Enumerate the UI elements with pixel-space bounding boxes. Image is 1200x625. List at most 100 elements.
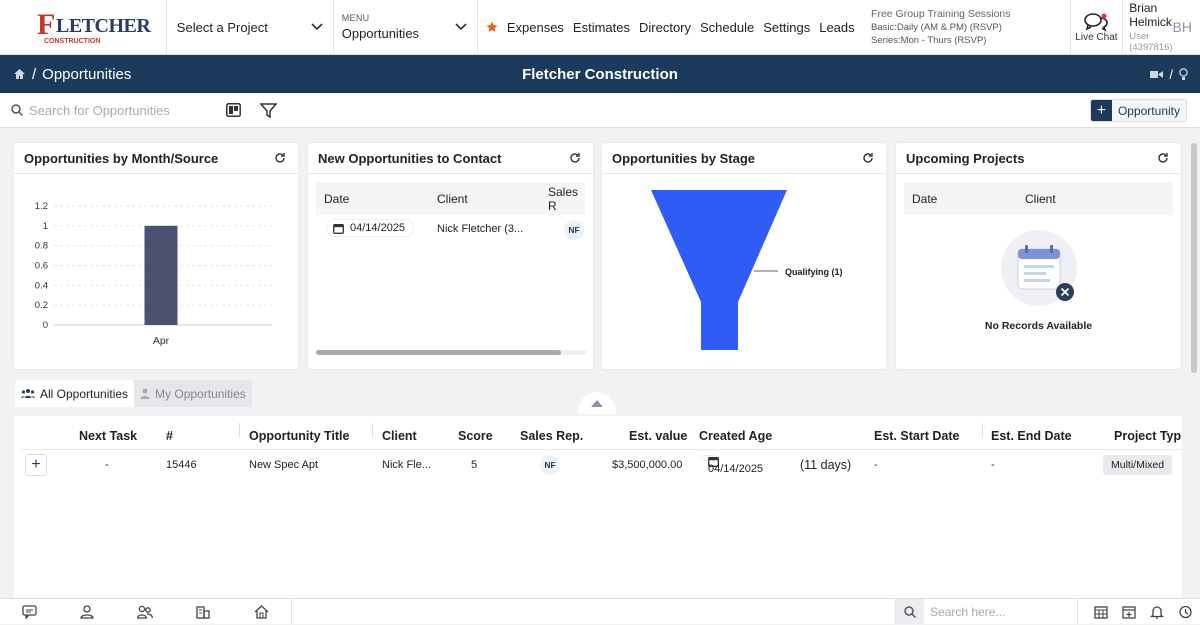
bottom-nav-messages[interactable] [0, 599, 58, 625]
breadcrumb-sep: / [32, 65, 37, 83]
col-created-age[interactable]: Created Age [699, 423, 772, 450]
table-row[interactable]: 04/14/2025 Nick Fletcher (3... NF [316, 215, 585, 245]
refresh-icon[interactable] [569, 152, 581, 164]
global-search-input[interactable]: Search here... [895, 599, 1078, 624]
avatar: BH [1172, 19, 1192, 35]
person-icon [140, 388, 150, 399]
col-est-start-date[interactable]: Est. Start Date [874, 423, 959, 450]
titlebar-sep: / [1169, 67, 1173, 82]
logo-sub: CONSTRUCTION [44, 37, 101, 45]
month-source-card: Opportunities by Month/Source 1.2 1 0.8 0.6… [14, 143, 298, 369]
card-title: Opportunities by Stage [612, 150, 756, 166]
top-header: F LETCHER CONSTRUCTION Select a Project … [0, 0, 1200, 55]
nav-directory[interactable]: Directory [639, 20, 691, 35]
nav-settings[interactable]: Settings [763, 20, 810, 35]
row-title[interactable]: New Spec Apt [249, 452, 318, 478]
bottom-nav-buildings[interactable] [174, 599, 232, 625]
card-title: Opportunities by Month/Source [24, 150, 219, 166]
col-number[interactable]: # [166, 423, 173, 450]
bar-apr[interactable] [144, 225, 178, 325]
tab-all-opportunities[interactable]: All Opportunities [15, 380, 135, 407]
collapse-charts-button[interactable] [578, 392, 616, 414]
bottom-nav-contact[interactable] [58, 599, 116, 625]
bottom-nav-home[interactable] [232, 599, 290, 625]
kanban-view-icon[interactable] [226, 103, 241, 117]
tab-label: All Opportunities [40, 386, 129, 401]
horizontal-scrollbar[interactable] [316, 350, 586, 355]
calendar-add-icon[interactable] [1122, 605, 1136, 619]
user-menu[interactable]: Brian Helmick User (4397816) BH [1123, 1, 1200, 53]
nav-links: Expenses Estimates Directory Schedule Se… [478, 20, 871, 35]
refresh-icon[interactable] [1157, 152, 1169, 164]
nav-schedule[interactable]: Schedule [700, 20, 754, 35]
company-logo[interactable]: F LETCHER CONSTRUCTION [0, 0, 167, 55]
project-select-label: Select a Project [176, 19, 268, 35]
upcoming-card: Upcoming Projects Date Client No Records… [896, 143, 1181, 369]
live-chat-label: Live Chat [1075, 31, 1118, 43]
col-score[interactable]: Score [458, 423, 493, 450]
stage-card: Opportunities by Stage Qualifying (1) [602, 143, 886, 369]
nav-estimates[interactable]: Estimates [573, 20, 630, 35]
card-title: Upcoming Projects [906, 150, 1025, 166]
tab-my-opportunities[interactable]: My Opportunities [134, 380, 252, 407]
col-est-value[interactable]: Est. value [629, 423, 687, 450]
search-icon [11, 104, 23, 116]
project-select[interactable]: Select a Project [167, 0, 334, 55]
x-tick-label: Apr [153, 335, 170, 347]
filter-icon[interactable] [260, 102, 277, 118]
scrollbar-thumb[interactable] [316, 350, 561, 355]
funnel-stage-label: Qualifying (1) [785, 267, 843, 277]
expand-row-button[interactable]: + [25, 454, 47, 476]
column-divider [239, 423, 240, 437]
title-bar: / Opportunities Fletcher Construction / [0, 55, 1200, 93]
bottom-nav-team[interactable] [116, 599, 174, 625]
search-icon [896, 599, 924, 624]
add-opportunity-button[interactable]: + Opportunity [1089, 99, 1187, 122]
month-source-chart: 1.2 1 0.8 0.6 0.4 0.2 0 Apr [35, 201, 272, 347]
toolbar: Search for Opportunities + Opportunity [0, 93, 1200, 128]
y-tick-label: 0.4 [35, 280, 48, 291]
col-date: Date [324, 191, 350, 206]
bottom-bar: Search here... [0, 598, 1200, 624]
user-name: Brian Helmick [1129, 1, 1172, 29]
col-client[interactable]: Client [382, 423, 417, 450]
table-header: Next Task # Opportunity Title Client Sco… [21, 423, 1182, 450]
live-chat-button[interactable]: Live Chat [1069, 0, 1124, 55]
col-est-end-date[interactable]: Est. End Date [991, 423, 1072, 450]
calendar-grid-icon[interactable] [1094, 605, 1108, 619]
sales-rep-badge: NF [564, 220, 584, 240]
row-client: Nick Fletcher (3... [437, 223, 524, 235]
refresh-icon[interactable] [274, 152, 286, 164]
bottom-right-actions [1094, 599, 1192, 624]
home-icon[interactable] [13, 68, 26, 80]
nav-leads[interactable]: Leads [819, 20, 854, 35]
col-project-type[interactable]: Project Typ [1114, 423, 1181, 450]
opportunity-tabs: All Opportunities My Opportunities [15, 380, 252, 407]
bell-icon[interactable] [1150, 605, 1164, 619]
video-icon[interactable] [1150, 70, 1164, 79]
history-icon[interactable] [1178, 605, 1192, 619]
calendar-icon [333, 223, 344, 234]
nav-expenses[interactable]: Expenses [507, 20, 564, 35]
global-search-placeholder: Search here... [930, 604, 1006, 619]
logo-word: LETCHER [56, 14, 151, 37]
y-tick-label: 0 [43, 320, 48, 331]
col-opportunity-title[interactable]: Opportunity Title [249, 423, 349, 450]
training-basic: Basic:Daily (AM & PM) (RSVP) [871, 21, 1002, 33]
menu-select[interactable]: MENU Opportunities [334, 0, 478, 55]
col-sales-rep[interactable]: Sales Rep. [520, 423, 583, 450]
row-est-value: $3,500,000.00 [612, 459, 683, 471]
user-id: User (4397816) [1129, 31, 1173, 53]
project-type-badge: Multi/Mixed [1103, 455, 1173, 475]
plus-icon: + [1090, 100, 1112, 121]
col-sales-rep: Sales R [548, 184, 579, 213]
table-row[interactable]: + - 15446 New Spec Apt Nick Fle... 5 NF … [21, 452, 1182, 478]
page-scrollbar-thumb[interactable] [1191, 143, 1197, 373]
refresh-icon[interactable] [862, 152, 874, 164]
col-next-task[interactable]: Next Task [79, 423, 137, 450]
training-info[interactable]: Free Group Training Sessions Basic:Daily… [871, 8, 1070, 47]
tab-label: My Opportunities [155, 386, 246, 401]
col-client: Client [1025, 191, 1056, 206]
search-input[interactable]: Search for Opportunities [0, 103, 218, 118]
lightbulb-icon[interactable] [1179, 68, 1188, 81]
